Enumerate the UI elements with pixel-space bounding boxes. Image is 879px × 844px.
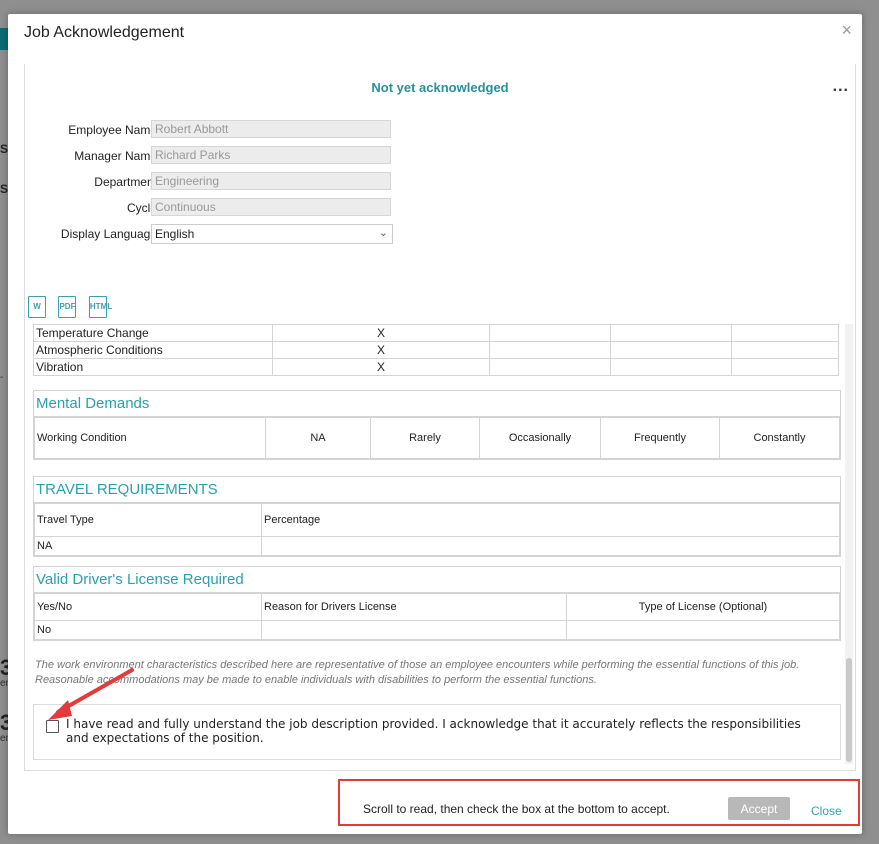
table-header: Working Condition	[34, 417, 266, 459]
drivers-license-section: Valid Driver's License Required Yes/No R…	[33, 566, 841, 641]
footer-instruction: Scroll to read, then check the box at th…	[363, 802, 670, 816]
manager-name-row: Manager Name Richard Parks	[25, 146, 405, 166]
table-cell	[610, 341, 732, 359]
manager-name-field: Richard Parks	[151, 146, 391, 164]
manager-name-label: Manager Name	[74, 149, 157, 163]
table-header: NA	[265, 417, 371, 459]
accept-button[interactable]: Accept	[728, 797, 790, 820]
html-icon[interactable]: HTML	[88, 296, 112, 318]
cycle-field: Continuous	[151, 198, 391, 216]
display-language-value: English	[155, 227, 195, 241]
table-header: Rarely	[370, 417, 480, 459]
employee-name-row: Employee Name Robert Abbott	[25, 120, 405, 140]
table-cell	[489, 358, 611, 376]
table-row: Vibration X	[33, 358, 839, 376]
display-language-select[interactable]: English ⌄	[151, 224, 393, 244]
red-arrow-annotation	[48, 668, 134, 720]
section-title: TRAVEL REQUIREMENTS	[34, 477, 840, 503]
table-cell	[731, 324, 839, 342]
department-label: Department	[94, 175, 157, 189]
close-icon[interactable]: ×	[841, 20, 852, 41]
physical-demands-table: Temperature Change X Atmospheric Conditi…	[33, 324, 839, 376]
dialog-title: Job Acknowledgement	[24, 24, 185, 41]
cycle-row: Cycle Continuous	[25, 198, 405, 218]
table-cell	[731, 358, 839, 376]
table-row: No	[34, 620, 840, 640]
table-cell	[489, 324, 611, 342]
disclaimer-text: The work environment characteristics des…	[35, 659, 800, 686]
acknowledge-text: I have read and fully understand the job…	[66, 717, 801, 745]
table-row: Working Condition NA Rarely Occasionally…	[34, 417, 840, 459]
table-cell	[610, 324, 732, 342]
table-cell: Temperature Change	[33, 324, 273, 342]
more-options-icon[interactable]: ...	[833, 78, 849, 96]
table-cell	[261, 536, 840, 556]
table-cell	[566, 620, 840, 640]
table-cell	[731, 341, 839, 359]
table-cell: NA	[34, 536, 262, 556]
drivers-license-table: Yes/No Reason for Drivers License Type o…	[34, 593, 840, 640]
department-row: Department Engineering	[25, 172, 405, 192]
scrollbar[interactable]	[845, 324, 853, 764]
table-cell: No	[34, 620, 262, 640]
job-description-scroll-area[interactable]: Temperature Change X Atmospheric Conditi…	[25, 324, 853, 768]
table-header: Occasionally	[479, 417, 601, 459]
table-cell	[261, 620, 567, 640]
employee-name-label: Employee Name	[68, 123, 157, 137]
table-cell: X	[272, 358, 490, 376]
mental-demands-table: Working Condition NA Rarely Occasionally…	[34, 417, 840, 459]
table-row: Temperature Change X	[33, 324, 839, 342]
section-title: Valid Driver's License Required	[34, 567, 840, 593]
table-header: Yes/No	[34, 593, 262, 621]
table-row: Travel Type Percentage	[34, 503, 840, 537]
table-header: Reason for Drivers License	[261, 593, 567, 621]
table-cell	[610, 358, 732, 376]
table-header: Frequently	[600, 417, 720, 459]
travel-requirements-table: Travel Type Percentage NA	[34, 503, 840, 556]
table-cell: X	[272, 341, 490, 359]
employee-name-field: Robert Abbott	[151, 120, 391, 138]
dialog-body: Not yet acknowledged ... Employee Name R…	[24, 64, 856, 771]
department-field: Engineering	[151, 172, 391, 190]
table-row: Yes/No Reason for Drivers License Type o…	[34, 593, 840, 621]
table-cell: Vibration	[33, 358, 273, 376]
table-cell: Atmospheric Conditions	[33, 341, 273, 359]
acknowledgement-status: Not yet acknowledged	[371, 80, 509, 95]
chevron-down-icon: ⌄	[378, 227, 388, 239]
background-text: -	[0, 372, 4, 383]
word-icon[interactable]: W	[28, 296, 46, 318]
table-row: NA	[34, 536, 840, 556]
mental-demands-section: Mental Demands Working Condition NA Rare…	[33, 390, 841, 460]
acknowledgement-box: I have read and fully understand the job…	[33, 704, 841, 760]
pdf-icon[interactable]: PDF	[58, 296, 77, 318]
display-language-label: Display Language	[60, 227, 157, 241]
close-link[interactable]: Close	[811, 804, 842, 818]
table-header: Travel Type	[34, 503, 262, 537]
table-cell: X	[272, 324, 490, 342]
export-icons: W PDF HTML	[28, 296, 115, 318]
table-header: Constantly	[719, 417, 840, 459]
scrollbar-thumb[interactable]	[846, 658, 852, 762]
section-title: Mental Demands	[34, 391, 840, 417]
table-cell	[489, 341, 611, 359]
table-header: Type of License (Optional)	[566, 593, 840, 621]
table-row: Atmospheric Conditions X	[33, 341, 839, 359]
table-header: Percentage	[261, 503, 840, 537]
travel-requirements-section: TRAVEL REQUIREMENTS Travel Type Percenta…	[33, 476, 841, 557]
display-language-row: Display Language English ⌄	[25, 224, 405, 244]
